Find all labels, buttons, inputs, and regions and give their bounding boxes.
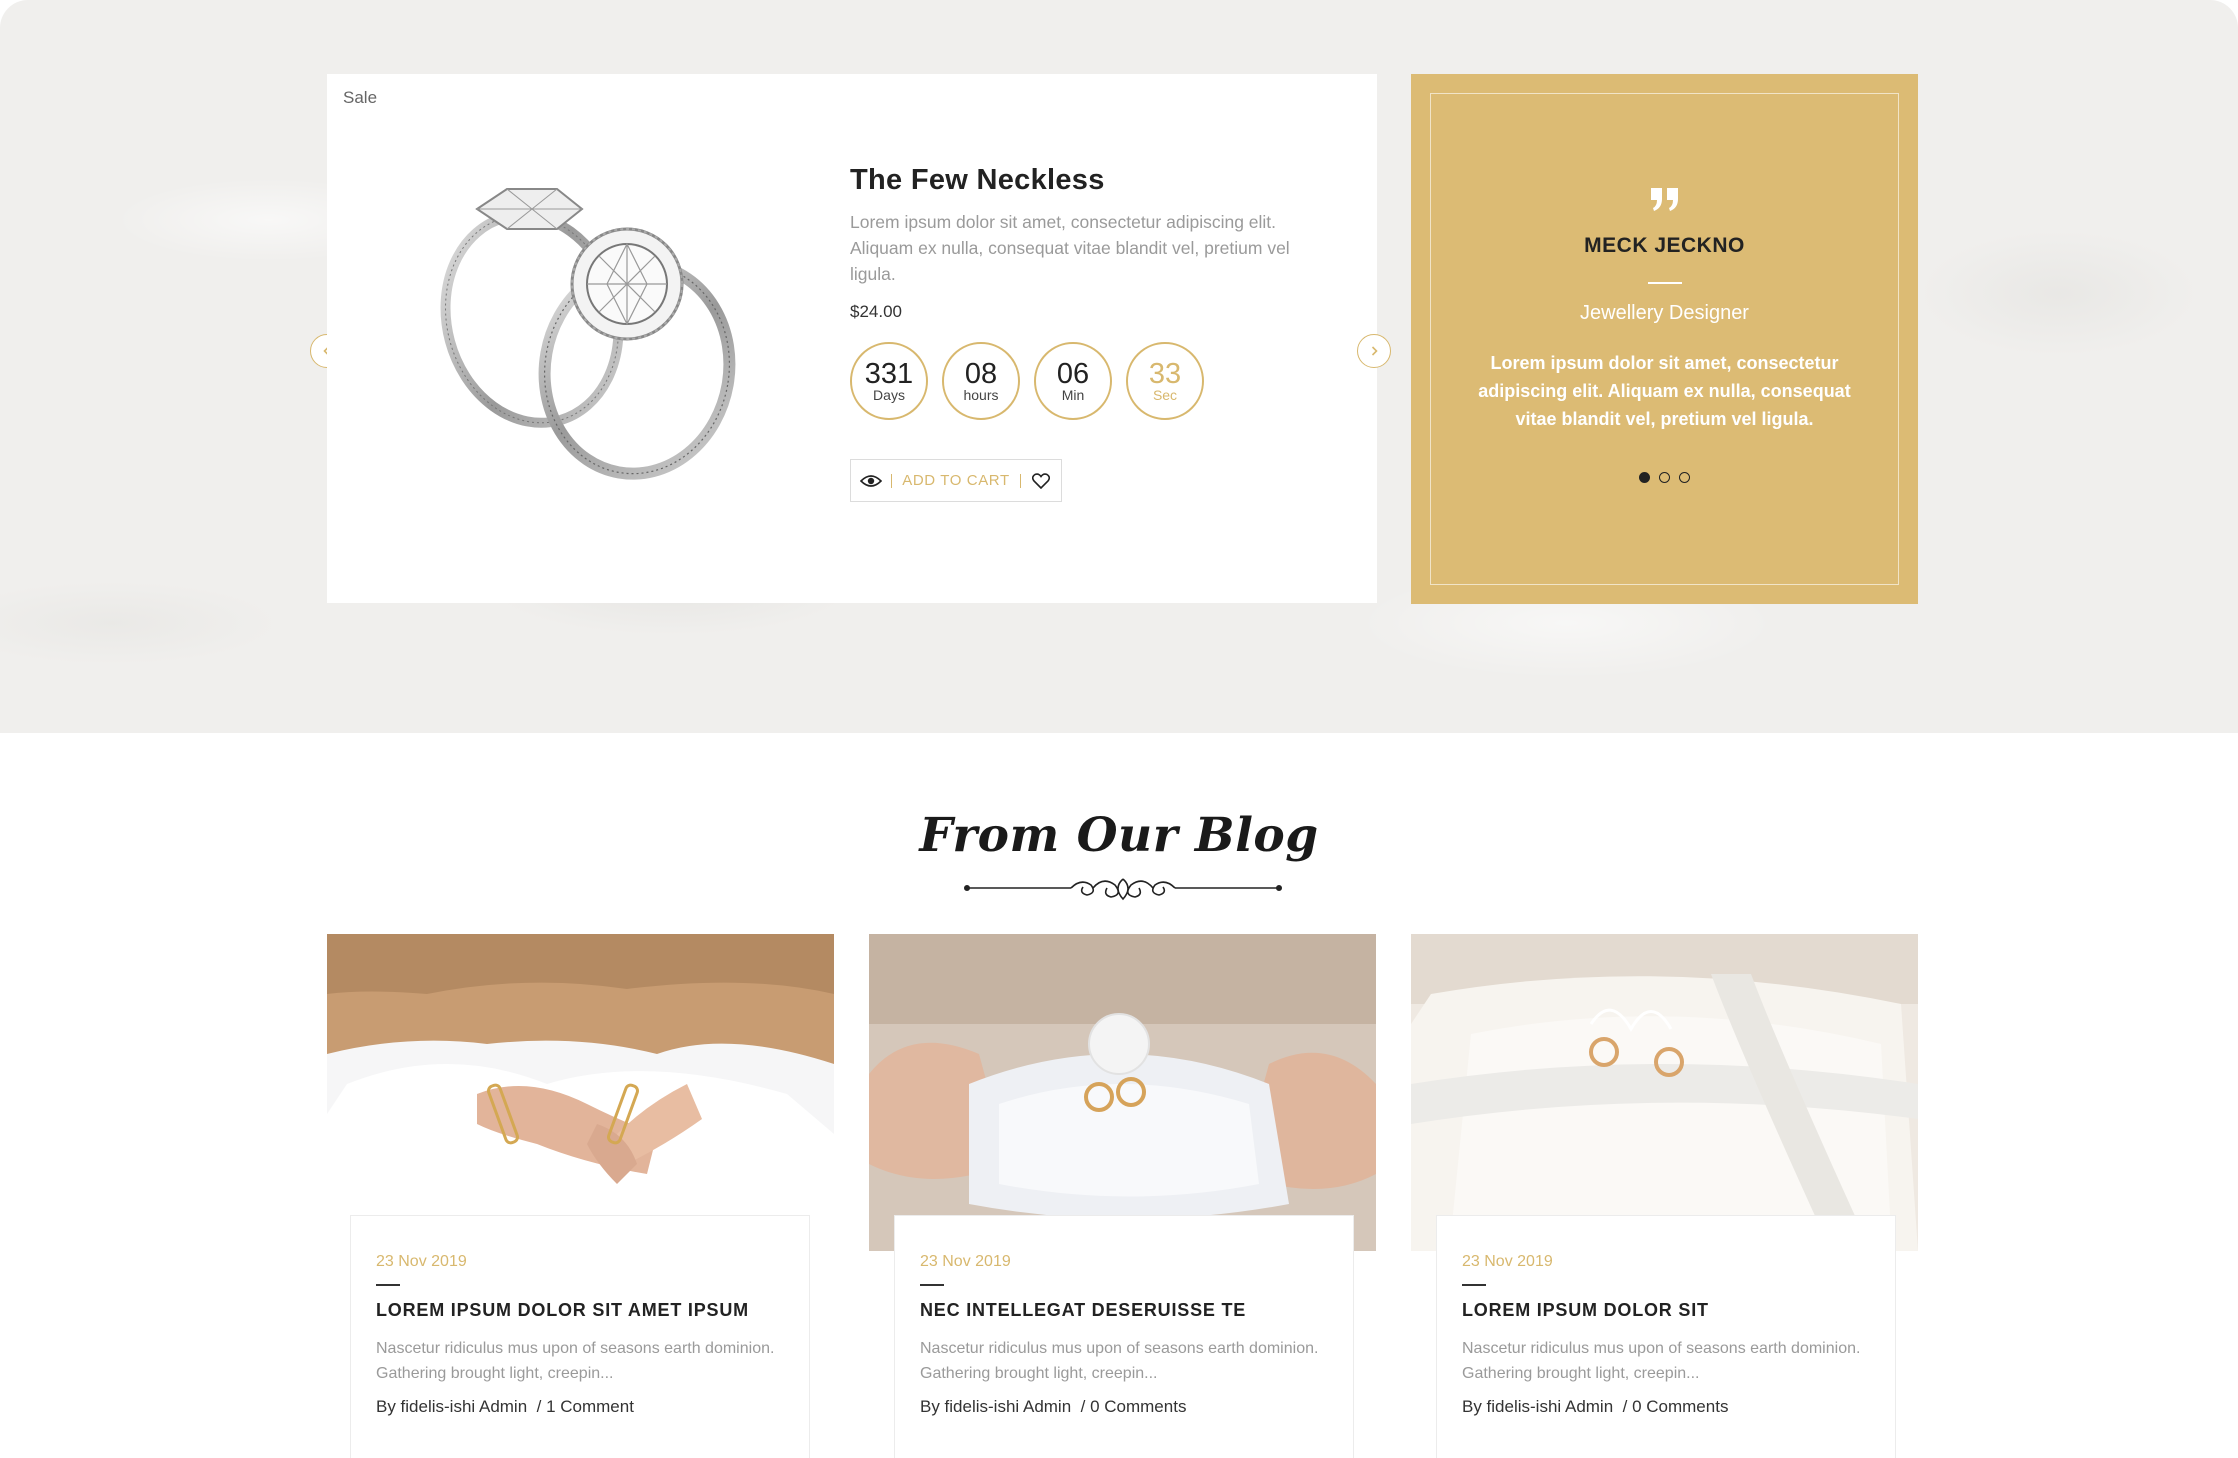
product-description: Lorem ipsum dolor sit amet, consectetur … xyxy=(850,212,1290,284)
post-excerpt: Nascetur ridiculus mus upon of seasons e… xyxy=(1462,1340,1861,1382)
countdown-minutes-value: 06 xyxy=(1056,358,1090,390)
countdown-days-label: Days xyxy=(873,387,905,403)
post-meta: By fidelis-ishi Admin / 0 Comments xyxy=(920,1397,1187,1416)
sale-badge: Sale xyxy=(343,88,378,107)
heart-icon xyxy=(1032,472,1050,489)
post-author[interactable]: By fidelis-ishi Admin xyxy=(376,1397,527,1416)
countdown-timer: 331 Days 08 hours 06 Min 33 Sec xyxy=(850,342,1204,420)
countdown-minutes: 06 Min xyxy=(1034,342,1112,420)
testimonial-role: Jewellery Designer xyxy=(1580,302,1749,324)
post-divider xyxy=(920,1284,944,1286)
pagination-dot[interactable] xyxy=(1639,472,1650,483)
post-date: 23 Nov 2019 xyxy=(376,1253,467,1270)
testimonial-text: Lorem ipsum dolor sit amet, consectetur … xyxy=(1478,353,1851,429)
post-comments[interactable]: 0 Comments xyxy=(1632,1397,1728,1416)
blog-image-ring-pillow-hands[interactable] xyxy=(869,934,1376,1251)
post-title[interactable]: NEC INTELLEGAT DESERUISSE TE xyxy=(920,1300,1246,1321)
pagination-dot[interactable] xyxy=(1659,472,1670,483)
countdown-hours-label: hours xyxy=(963,387,999,403)
countdown-days-value: 331 xyxy=(864,358,914,390)
product-actions: ADD TO CART xyxy=(850,459,1062,502)
blog-post-card: 23 Nov 2019 LOREM IPSUM DOLOR SIT AMET I… xyxy=(350,1215,810,1458)
countdown-hours-value: 08 xyxy=(964,358,998,390)
post-title[interactable]: LOREM IPSUM DOLOR SIT AMET IPSUM xyxy=(376,1300,749,1321)
post-excerpt: Nascetur ridiculus mus upon of seasons e… xyxy=(920,1340,1319,1382)
countdown-seconds: 33 Sec xyxy=(1126,342,1204,420)
add-to-cart-button[interactable]: ADD TO CART xyxy=(892,472,1020,489)
countdown-seconds-label: Sec xyxy=(1152,387,1178,403)
post-divider xyxy=(1462,1284,1486,1286)
post-excerpt: Nascetur ridiculus mus upon of seasons e… xyxy=(376,1340,775,1382)
post-date: 23 Nov 2019 xyxy=(920,1253,1011,1270)
post-title[interactable]: LOREM IPSUM DOLOR SIT xyxy=(1462,1300,1709,1321)
blog-image-ring-cushion[interactable] xyxy=(1411,934,1918,1251)
post-meta: By fidelis-ishi Admin / 1 Comment xyxy=(376,1397,634,1416)
quick-view-button[interactable] xyxy=(851,460,891,501)
post-comments[interactable]: 0 Comments xyxy=(1090,1397,1186,1416)
blog-post-card: 23 Nov 2019 NEC INTELLEGAT DESERUISSE TE… xyxy=(894,1215,1354,1458)
deal-section: Sale The Few Neckless Lorem ipsum dolor … xyxy=(0,0,2238,733)
countdown-hours: 08 hours xyxy=(942,342,1020,420)
post-divider xyxy=(376,1284,400,1286)
testimonial-name: MECK JECKNO xyxy=(1584,234,1745,257)
post-meta: By fidelis-ishi Admin / 0 Comments xyxy=(1462,1397,1729,1416)
testimonial-pagination xyxy=(1411,472,1918,483)
post-author[interactable]: By fidelis-ishi Admin xyxy=(1462,1397,1613,1416)
testimonial-card: MECK JECKNO Jewellery Designer Lorem ips… xyxy=(1411,74,1918,604)
post-author[interactable]: By fidelis-ishi Admin xyxy=(920,1397,1071,1416)
product-title[interactable]: The Few Neckless xyxy=(850,164,1105,197)
deal-product-card: Sale The Few Neckless Lorem ipsum dolor … xyxy=(327,74,1377,603)
testimonial-border xyxy=(1430,93,1899,585)
product-image-rings[interactable] xyxy=(422,184,762,484)
ornament-divider xyxy=(964,878,1282,901)
testimonial-divider xyxy=(1647,282,1682,284)
post-date: 23 Nov 2019 xyxy=(1462,1253,1553,1270)
blog-post-card: 23 Nov 2019 LOREM IPSUM DOLOR SIT Nascet… xyxy=(1436,1215,1896,1458)
slider-next-button[interactable] xyxy=(1357,334,1391,368)
countdown-minutes-label: Min xyxy=(1061,387,1085,403)
blog-image-bracelets[interactable] xyxy=(327,934,834,1251)
chevron-right-icon xyxy=(1371,346,1378,356)
product-price: $24.00 xyxy=(850,302,902,321)
countdown-days: 331 Days xyxy=(850,342,928,420)
pagination-dot[interactable] xyxy=(1679,472,1690,483)
blog-section-title: From Our Blog xyxy=(919,808,1319,863)
eye-icon xyxy=(860,474,882,487)
wishlist-button[interactable] xyxy=(1021,460,1061,501)
countdown-seconds-value: 33 xyxy=(1148,358,1182,390)
quote-icon xyxy=(1650,188,1678,211)
post-comments[interactable]: 1 Comment xyxy=(546,1397,634,1416)
